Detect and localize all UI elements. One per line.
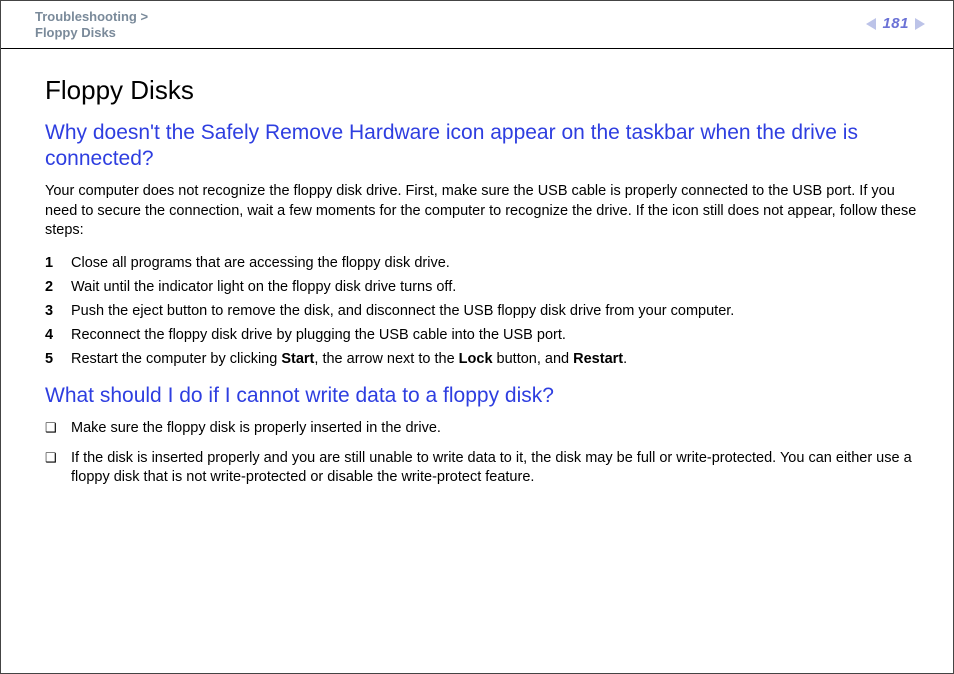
bullet-marker-icon: ❑: [45, 419, 57, 437]
breadcrumb: Troubleshooting > Floppy Disks: [35, 9, 148, 42]
step-item: 1 Close all programs that are accessing …: [45, 255, 919, 271]
step-text-bold: Start: [281, 351, 314, 367]
question-1-heading: Why doesn't the Safely Remove Hardware i…: [45, 120, 919, 173]
step-text: Close all programs that are accessing th…: [71, 255, 919, 271]
question-2-heading: What should I do if I cannot write data …: [45, 383, 919, 409]
page-title: Floppy Disks: [45, 75, 919, 106]
bullet-text: If the disk is inserted properly and you…: [71, 449, 919, 488]
step-text-part: .: [623, 351, 627, 367]
breadcrumb-page: Floppy Disks: [35, 25, 116, 40]
step-text-bold: Restart: [573, 351, 623, 367]
step-text-part: Restart the computer by clicking: [71, 351, 281, 367]
step-number: 3: [45, 303, 57, 319]
breadcrumb-separator: >: [140, 9, 148, 24]
step-number: 2: [45, 279, 57, 295]
prev-page-icon[interactable]: [866, 18, 876, 30]
question-1-steps: 1 Close all programs that are accessing …: [45, 255, 919, 367]
step-item: 4 Reconnect the floppy disk drive by plu…: [45, 327, 919, 343]
step-text-part: button, and: [493, 351, 574, 367]
step-item: 2 Wait until the indicator light on the …: [45, 279, 919, 295]
next-page-icon[interactable]: [915, 18, 925, 30]
step-number: 1: [45, 255, 57, 271]
bullet-text: Make sure the floppy disk is properly in…: [71, 419, 919, 439]
bullet-marker-icon: ❑: [45, 449, 57, 467]
step-text: Restart the computer by clicking Start, …: [71, 351, 919, 367]
bullet-item: ❑ If the disk is inserted properly and y…: [45, 449, 919, 488]
page-content: Floppy Disks Why doesn't the Safely Remo…: [1, 49, 953, 488]
page-header: Troubleshooting > Floppy Disks 181: [1, 1, 953, 49]
step-text: Reconnect the floppy disk drive by plugg…: [71, 327, 919, 343]
bullet-item: ❑ Make sure the floppy disk is properly …: [45, 419, 919, 439]
page-navigator: 181: [866, 15, 925, 32]
question-2-bullets: ❑ Make sure the floppy disk is properly …: [45, 419, 919, 488]
step-text: Wait until the indicator light on the fl…: [71, 279, 919, 295]
page-number: 181: [882, 15, 909, 32]
step-item: 3 Push the eject button to remove the di…: [45, 303, 919, 319]
document-page: Troubleshooting > Floppy Disks 181 Flopp…: [0, 0, 954, 674]
step-item: 5 Restart the computer by clicking Start…: [45, 351, 919, 367]
step-text: Push the eject button to remove the disk…: [71, 303, 919, 319]
step-number: 4: [45, 327, 57, 343]
step-text-bold: Lock: [459, 351, 493, 367]
step-number: 5: [45, 351, 57, 367]
step-text-part: , the arrow next to the: [314, 351, 458, 367]
question-1-intro: Your computer does not recognize the flo…: [45, 182, 919, 241]
breadcrumb-section: Troubleshooting: [35, 9, 137, 24]
